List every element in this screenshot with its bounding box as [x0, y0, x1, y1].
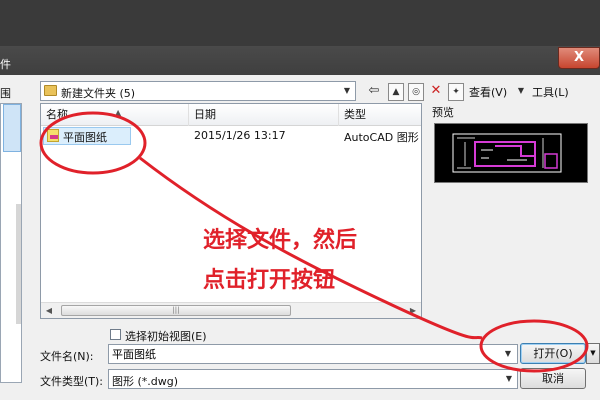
places-strip: 围 — [0, 75, 28, 400]
scroll-right-icon[interactable]: ▶ — [405, 303, 421, 319]
look-in-combobox[interactable]: 新建文件夹 (5) ▼ — [40, 81, 356, 101]
search-icon[interactable]: ◎ — [408, 83, 424, 101]
window-title: 件 — [0, 58, 11, 71]
file-name-label: 文件名(N): — [40, 350, 94, 363]
titlebar-top-edge — [0, 0, 600, 46]
open-button[interactable]: 打开(O) — [520, 343, 586, 364]
file-type-label: 文件类型(T): — [40, 375, 104, 388]
places-scrollbar[interactable] — [16, 204, 21, 324]
look-in-value: 新建文件夹 (5) — [61, 87, 136, 100]
open-dropdown-icon[interactable]: ▼ — [586, 343, 600, 364]
back-arrow-icon[interactable]: ⇦ — [366, 83, 382, 101]
column-header-name[interactable]: 名称 ▲ — [41, 104, 189, 126]
scroll-left-icon[interactable]: ◀ — [41, 303, 57, 319]
cancel-button[interactable]: 取消 — [520, 368, 586, 389]
preview-pane — [434, 123, 588, 183]
sort-up-icon: ▲ — [115, 108, 122, 117]
file-type-chevron-down-icon[interactable]: ▼ — [501, 370, 517, 388]
table-row[interactable]: 平面图纸 2015/1/26 13:17 AutoCAD 图形 — [41, 127, 421, 145]
file-type-value: 图形 (*.dwg) — [112, 375, 179, 388]
dwg-file-icon — [47, 129, 59, 142]
annotation-line-1: 选择文件，然后 — [203, 228, 358, 253]
folder-icon — [44, 85, 57, 96]
window-titlebar: 件 X — [0, 0, 600, 75]
look-in-label: 围 — [0, 87, 11, 100]
delete-icon[interactable]: ✕ — [428, 83, 444, 101]
view-menu-button[interactable]: 查看(V) — [469, 84, 507, 100]
up-folder-icon[interactable]: ▲ — [388, 83, 404, 101]
file-name-cell: 平面图纸 — [63, 131, 107, 144]
file-type-cell: AutoCAD 图形 — [344, 131, 419, 144]
file-name-input[interactable] — [108, 344, 518, 364]
file-list-headers: 名称 ▲ 日期 类型 — [41, 104, 421, 126]
file-type-combobox[interactable]: 图形 (*.dwg) ▼ — [108, 369, 518, 389]
chevron-down-icon[interactable]: ▼ — [339, 82, 355, 100]
scrollbar-thumb[interactable]: ||| — [61, 305, 291, 316]
drawing-thumbnail — [452, 133, 562, 173]
places-bar[interactable] — [0, 103, 22, 383]
horizontal-scrollbar[interactable]: ◀ ||| ▶ — [41, 302, 421, 318]
column-header-type[interactable]: 类型 — [339, 104, 421, 126]
view-chevron-down-icon[interactable]: ▼ — [515, 83, 527, 101]
column-header-date[interactable]: 日期 — [189, 104, 339, 126]
annotation-line-2: 点击打开按钮 — [203, 268, 336, 293]
file-name-chevron-down-icon[interactable]: ▼ — [500, 345, 516, 363]
new-folder-icon[interactable]: ✦ — [448, 83, 464, 101]
file-date-cell: 2015/1/26 13:17 — [194, 129, 286, 142]
initial-view-label: 选择初始视图(E) — [125, 330, 207, 343]
window-close-button[interactable]: X — [558, 47, 600, 69]
initial-view-checkbox[interactable] — [110, 329, 121, 340]
tools-menu-button[interactable]: 工具(L) — [532, 84, 569, 100]
preview-label: 预览 — [432, 106, 454, 119]
places-selected-item[interactable] — [3, 104, 21, 152]
